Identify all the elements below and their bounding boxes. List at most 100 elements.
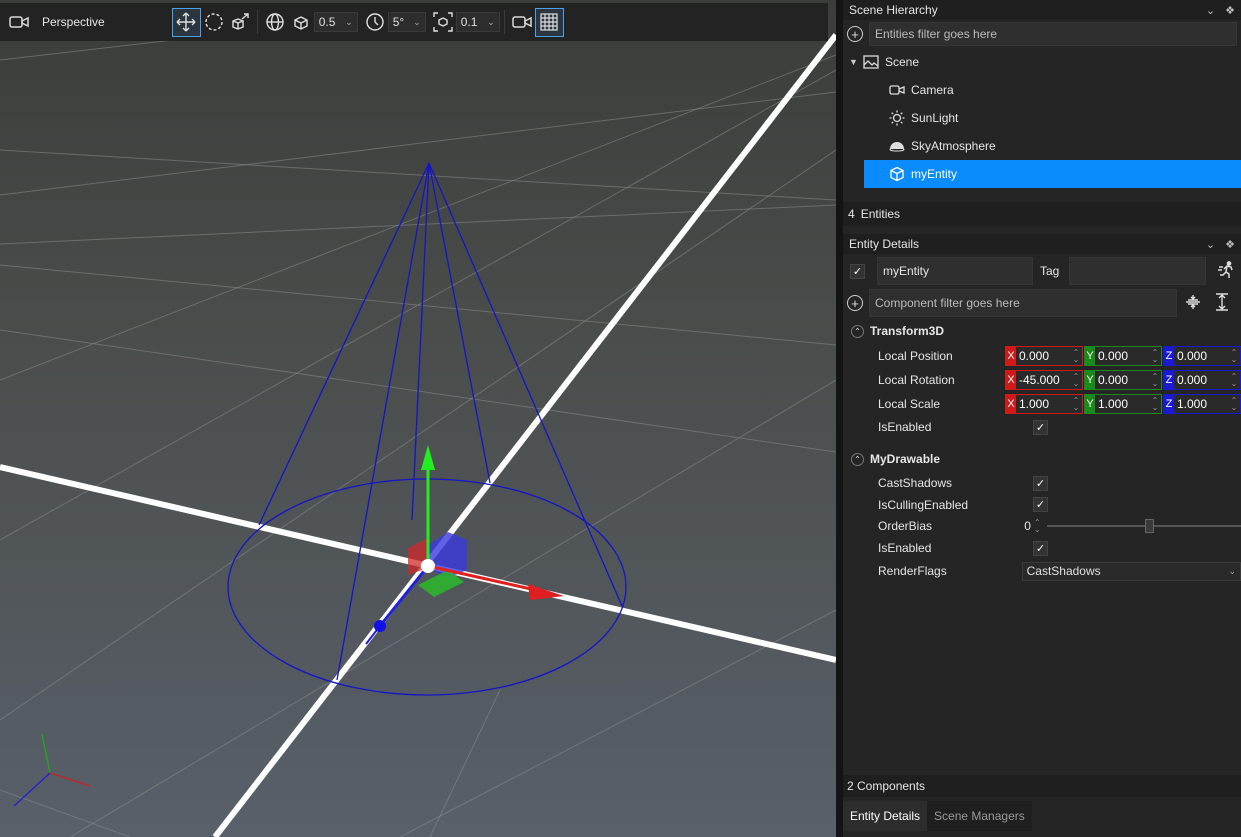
snap-scale-value: 0.1 xyxy=(460,15,478,29)
component-filter-input[interactable]: Component filter goes here xyxy=(869,289,1177,317)
spinner-icon[interactable]: ⌃ ⌄ xyxy=(1149,397,1161,412)
grid-toggle-icon[interactable] xyxy=(534,7,564,37)
expand-arrow-icon[interactable]: ▼ xyxy=(849,57,863,67)
collapse-all-icon[interactable] xyxy=(1185,294,1201,313)
orderbias-slider[interactable] xyxy=(1046,519,1241,533)
run-icon[interactable] xyxy=(1218,260,1236,282)
sky-dome-icon xyxy=(889,138,905,154)
collapse-arrow-icon[interactable]: ⌃ xyxy=(851,324,864,338)
scale-tool-icon[interactable] xyxy=(227,9,253,35)
spinner-icon[interactable]: ⌃ ⌄ xyxy=(1149,373,1161,388)
snap-rotate-value: 5° xyxy=(392,15,405,29)
global-space-icon[interactable] xyxy=(262,9,288,35)
scene-canvas[interactable] xyxy=(0,0,836,837)
tab-scene-managers[interactable]: Scene Managers xyxy=(927,801,1032,831)
local-position-y-field[interactable]: Y 0.000 ⌃ ⌄ xyxy=(1084,346,1162,366)
scene-viewport[interactable]: Perspective 0.5 ⌄ 5° ⌄ 0.1 ⌄ xyxy=(0,0,836,837)
renderflags-value: CastShadows xyxy=(1026,564,1101,578)
snap-rotate-dropdown[interactable]: 5° ⌄ xyxy=(387,12,426,32)
local-rotation-y-field[interactable]: Y 0.000 ⌃ ⌄ xyxy=(1084,370,1162,390)
spinner-icon[interactable]: ⌃ ⌄ xyxy=(1070,349,1082,364)
axis-y-tag: Y xyxy=(1085,370,1095,390)
orderbias-value[interactable]: 0 xyxy=(1024,519,1031,533)
drawable-isenabled-checkbox[interactable]: ✓ xyxy=(1033,540,1048,556)
local-scale-x-field[interactable]: X 1.000 ⌃ ⌄ xyxy=(1005,394,1083,414)
local-rotation-z-field[interactable]: Z 0.000 ⌃ ⌄ xyxy=(1163,370,1241,390)
spinner-icon[interactable]: ⌃ ⌄ xyxy=(1149,349,1161,364)
transform-isenabled-label: IsEnabled xyxy=(878,420,932,434)
slider-thumb[interactable] xyxy=(1144,519,1154,533)
snap-translate-icon[interactable] xyxy=(288,9,314,35)
local-rotation-label: Local Rotation xyxy=(878,373,955,387)
transform3d-section-header[interactable]: ⌃ Transform3D xyxy=(843,318,1241,344)
axis-y-tag: Y xyxy=(1085,394,1095,414)
orientation-axes-indicator xyxy=(13,733,91,807)
value: 0.000 xyxy=(1177,373,1208,387)
drawable-isenabled-row: IsEnabled ✓ xyxy=(843,537,1241,559)
axis-x-tag: X xyxy=(1006,394,1016,414)
local-rotation-x-field[interactable]: X -45.000 ⌃ ⌄ xyxy=(1005,370,1083,390)
tree-item-camera[interactable]: Camera xyxy=(843,76,1241,104)
axis-z-tag: Z xyxy=(1164,346,1174,366)
snap-rotate-icon[interactable] xyxy=(362,9,388,35)
entity-name-input[interactable]: myEntity xyxy=(877,257,1033,285)
chevron-down-icon[interactable]: ⌄ xyxy=(1206,238,1215,251)
viewport-toolbar: Perspective 0.5 ⌄ 5° ⌄ 0.1 ⌄ xyxy=(0,3,828,41)
entity-filter-input[interactable]: Entities filter goes here xyxy=(869,22,1237,46)
rotate-tool-icon[interactable] xyxy=(201,9,227,35)
camera-icon[interactable] xyxy=(6,9,32,35)
tab-entity-details[interactable]: Entity Details xyxy=(843,801,928,831)
spinner-icon[interactable]: ⌃ ⌄ xyxy=(1228,373,1240,388)
tree-item-scene[interactable]: ▼ Scene xyxy=(843,48,1241,76)
value: 0.000 xyxy=(1177,349,1208,363)
entity-enabled-checkbox[interactable]: ✓ xyxy=(850,263,865,279)
transform-gizmo[interactable] xyxy=(365,445,564,645)
camera-settings-icon[interactable] xyxy=(509,9,535,35)
spinner-icon[interactable]: ⌃ ⌄ xyxy=(1228,397,1240,412)
local-scale-z-field[interactable]: Z 1.000 ⌃ ⌄ xyxy=(1163,394,1241,414)
local-scale-row: Local Scale X 1.000 ⌃ ⌄ Y 1.000 ⌃ ⌄ Z 1.000 ⌃ ⌄ xyxy=(843,392,1241,416)
entity-details-header: Entity Details ⌄ ❖ xyxy=(843,234,1241,254)
local-position-row: Local Position X 0.000 ⌃ ⌄ Y 0.000 ⌃ ⌄ Z 0.000 ⌃… xyxy=(843,344,1241,368)
local-position-z-field[interactable]: Z 0.000 ⌃ ⌄ xyxy=(1163,346,1241,366)
local-position-x-field[interactable]: X 0.000 ⌃ ⌄ xyxy=(1005,346,1083,366)
panel-splitter[interactable] xyxy=(836,0,843,837)
culling-row: IsCullingEnabled ✓ xyxy=(843,494,1241,515)
entity-count-label: Entities xyxy=(860,207,901,221)
expand-all-icon[interactable] xyxy=(1215,292,1229,314)
transform-isenabled-row: IsEnabled ✓ xyxy=(843,416,1241,438)
snap-scale-icon[interactable] xyxy=(430,9,456,35)
add-component-icon[interactable]: + xyxy=(847,295,863,311)
renderflags-dropdown[interactable]: CastShadows ⌄ xyxy=(1021,561,1241,581)
camera-icon xyxy=(889,82,905,98)
entity-tree: ▼ Scene Camera SunLight SkyAtmosphere my… xyxy=(843,48,1241,198)
local-scale-y-field[interactable]: Y 1.000 ⌃ ⌄ xyxy=(1084,394,1162,414)
chevron-down-icon[interactable]: ⌄ xyxy=(1206,4,1215,17)
spinner-icon[interactable]: ⌃ ⌄ xyxy=(1228,349,1240,364)
snap-scale-dropdown[interactable]: 0.1 ⌄ xyxy=(455,12,500,32)
culling-checkbox[interactable]: ✓ xyxy=(1033,497,1048,512)
components-count-label: 2 Components xyxy=(847,779,926,793)
pin-icon[interactable]: ❖ xyxy=(1225,238,1235,251)
ground-grid xyxy=(0,29,836,837)
pin-icon[interactable]: ❖ xyxy=(1225,4,1235,17)
culling-label: IsCullingEnabled xyxy=(878,497,969,512)
transform-isenabled-checkbox[interactable]: ✓ xyxy=(1033,419,1048,435)
castshadows-checkbox[interactable]: ✓ xyxy=(1033,475,1048,491)
spinner-icon[interactable]: ⌃ ⌄ xyxy=(1070,397,1082,412)
spinner-icon[interactable]: ⌃ ⌄ xyxy=(1070,373,1082,388)
orderbias-label: OrderBias xyxy=(878,519,933,533)
add-entity-icon[interactable]: + xyxy=(847,26,863,42)
camera-mode-label[interactable]: Perspective xyxy=(42,15,105,29)
value: -45.000 xyxy=(1019,373,1060,387)
snap-translate-dropdown[interactable]: 0.5 ⌄ xyxy=(313,12,358,32)
tree-item-skyatmosphere[interactable]: SkyAtmosphere xyxy=(843,132,1241,160)
collapse-arrow-icon[interactable]: ⌃ xyxy=(851,452,864,466)
tree-item-myentity[interactable]: myEntity xyxy=(864,160,1241,188)
tag-input[interactable] xyxy=(1069,257,1207,285)
mydrawable-section-header[interactable]: ⌃ MyDrawable xyxy=(843,446,1241,472)
translate-tool-icon[interactable] xyxy=(171,7,201,37)
entity-count-number: 4 xyxy=(848,207,855,221)
spinner-icon[interactable]: ⌃ ⌄ xyxy=(1034,519,1041,534)
tree-item-sunlight[interactable]: SunLight xyxy=(843,104,1241,132)
